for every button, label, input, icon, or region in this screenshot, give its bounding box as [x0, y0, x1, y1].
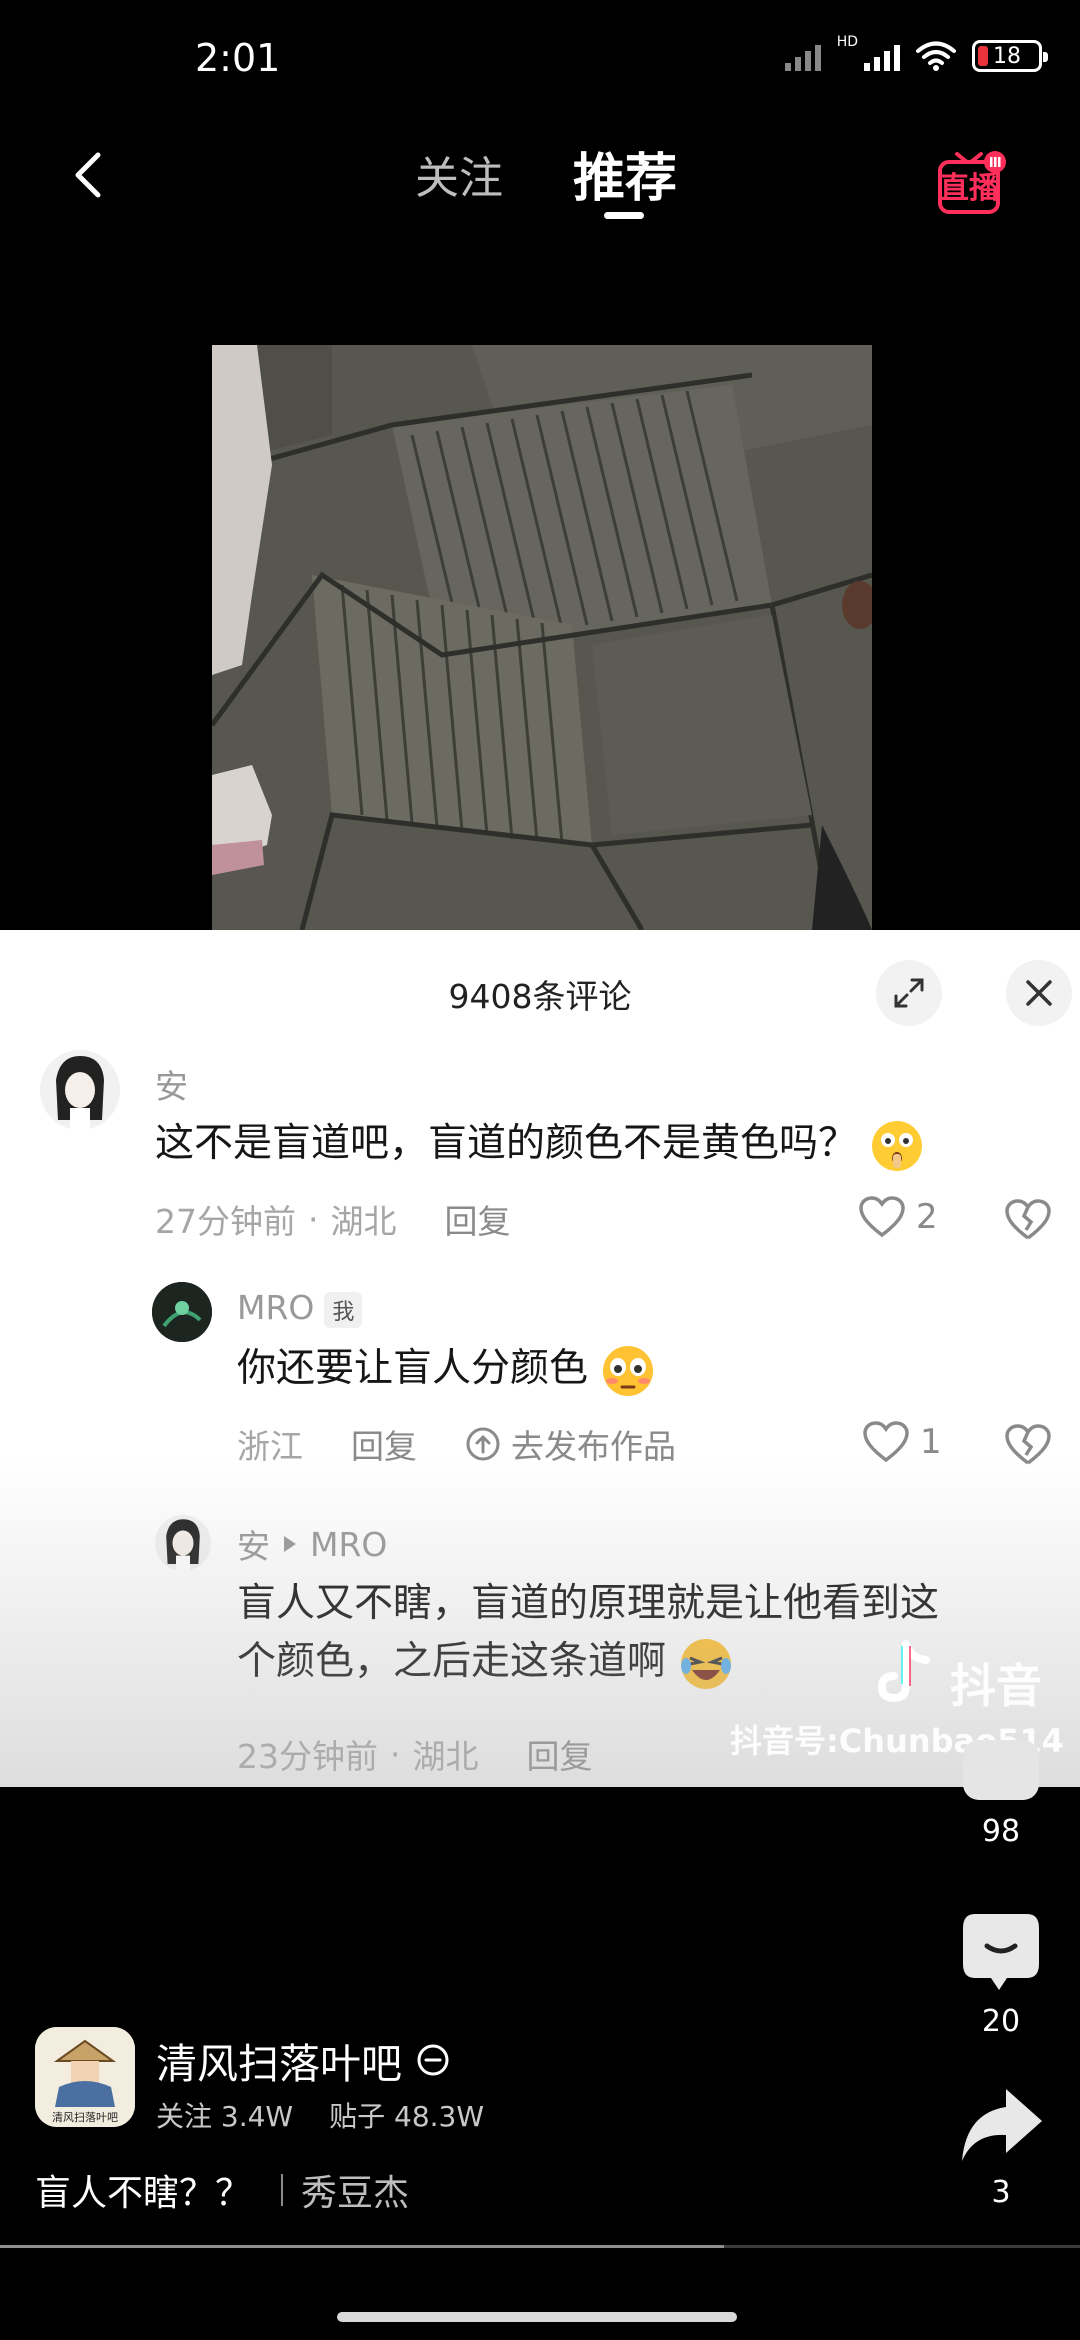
comment-bubble-icon — [963, 1914, 1039, 1990]
heart-filled-icon — [963, 1740, 1039, 1800]
watermark-brand: 抖音 — [950, 1659, 1042, 1713]
like-count: 1 — [920, 1422, 942, 1462]
author-avatar-text: 清风扫落叶吧 — [52, 2111, 118, 2124]
video-content-image — [212, 345, 872, 930]
reply-to-username[interactable]: MRO — [310, 1525, 387, 1564]
comment-text-content: 这不是盲道吧，盲道的颜色不是黄色吗？ — [155, 1121, 858, 1166]
anime-girl-avatar-icon — [56, 1056, 104, 1130]
reply-username[interactable]: MRO — [237, 1288, 314, 1327]
share-action[interactable]: 3 — [946, 2085, 1056, 2210]
live-label: 直播 — [939, 171, 1000, 206]
reply-arrow-icon — [284, 1536, 296, 1552]
flushed-emoji-icon — [603, 1345, 654, 1396]
video-frame[interactable] — [212, 345, 872, 930]
douyin-logo-icon — [877, 1640, 930, 1703]
status-icons: HD 18 — [784, 34, 1048, 72]
expand-icon — [894, 978, 924, 1008]
reply-button[interactable]: 回复 — [351, 1420, 417, 1468]
wifi-icon — [916, 41, 956, 71]
video-caption: 盲人不瞎？？ 秀豆杰 — [35, 2164, 409, 2216]
laughing-emoji-icon — [681, 1638, 732, 1689]
network-type-label: HD — [836, 34, 858, 50]
like-count: 98 — [981, 1814, 1021, 1849]
battery-icon: 18 — [972, 40, 1048, 72]
comment-text-content: 个颜色，之后走这条道啊 — [237, 1639, 667, 1684]
share-count: 3 — [991, 2175, 1011, 2210]
status-time: 2:01 — [195, 36, 281, 80]
signal-icon-sim1 — [784, 41, 821, 71]
post-work-button[interactable]: 去发布作品 — [465, 1420, 676, 1468]
tab-recommend[interactable]: 推荐 — [573, 136, 677, 211]
comment-text-line-2: 个颜色，之后走这条道啊 — [237, 1633, 939, 1692]
comment-location: 浙江 — [237, 1427, 303, 1466]
comment-time: 27分钟前 — [155, 1202, 296, 1241]
anime-girl-avatar-icon — [166, 1519, 200, 1571]
heart-icon — [859, 1196, 905, 1238]
me-badge: 我 — [324, 1291, 363, 1328]
comment-location: 湖北 — [412, 1737, 479, 1776]
comment-meta: 23分钟前 · 湖北 回复 — [237, 1730, 593, 1778]
comment-text: 你还要让盲人分颜色 — [237, 1340, 656, 1399]
shushing-emoji-icon — [872, 1120, 923, 1171]
comment-username[interactable]: 安 — [155, 1060, 188, 1108]
tab-following[interactable]: 关注 — [415, 142, 503, 206]
share-arrow-icon — [962, 2089, 1042, 2161]
avatar[interactable] — [152, 1282, 212, 1342]
avatar[interactable] — [155, 1515, 211, 1571]
comment-text-line: 盲人又不瞎，盲道的原理就是让他看到这 — [237, 1581, 940, 1626]
comment-username: 安 MRO — [237, 1520, 387, 1568]
author-following: 关注 3.4W — [156, 2100, 294, 2133]
tab-active-indicator — [604, 212, 644, 219]
comment-meta: 浙江 回复 去发布作品 — [237, 1420, 676, 1468]
author-name-row: 清风扫落叶吧 — [156, 2030, 450, 2090]
live-tv-icon[interactable]: 直播 — [937, 148, 1007, 218]
reply-username[interactable]: 安 — [237, 1520, 270, 1568]
back-arrow-icon[interactable] — [60, 145, 120, 205]
comment-action[interactable]: 20 — [946, 1908, 1056, 2039]
close-button[interactable] — [1006, 960, 1072, 1026]
video-progress-fill — [0, 2245, 724, 2248]
author-posts: 贴子 48.3W — [329, 2100, 485, 2133]
minus-circle-icon[interactable] — [416, 2043, 450, 2077]
comment-text: 盲人又不瞎，盲道的原理就是让他看到这 个颜色，之后走这条道啊 — [237, 1575, 939, 1692]
like-action[interactable]: 98 — [946, 1738, 1056, 1849]
signal-icon-sim2 — [864, 41, 900, 71]
post-work-label: 去发布作品 — [511, 1427, 676, 1466]
broken-heart-icon[interactable] — [1004, 1423, 1052, 1467]
close-icon — [1026, 980, 1052, 1006]
author-stats: 关注 3.4W 贴子 48.3W — [156, 2095, 484, 2135]
comment-text: 这不是盲道吧，盲道的颜色不是黄色吗？ — [155, 1115, 925, 1174]
expand-button[interactable] — [876, 960, 942, 1026]
upload-circle-icon — [466, 1427, 500, 1461]
reply-button[interactable]: 回复 — [445, 1195, 511, 1243]
broken-heart-icon[interactable] — [1004, 1198, 1052, 1242]
reply-button[interactable]: 回复 — [527, 1730, 593, 1778]
avatar[interactable] — [40, 1050, 120, 1130]
home-indicator[interactable] — [337, 2312, 737, 2322]
author-avatar[interactable]: 清风扫落叶吧 — [35, 2027, 135, 2127]
like-count: 2 — [916, 1197, 938, 1237]
battery-level: 18 — [993, 43, 1021, 69]
comment-like-button[interactable]: 2 — [858, 1195, 938, 1239]
caption-tag[interactable]: 秀豆杰 — [301, 2164, 409, 2216]
comment-username: MRO 我 — [237, 1288, 363, 1328]
dark-avatar-icon — [152, 1282, 212, 1342]
comment-text-content: 你还要让盲人分颜色 — [237, 1346, 589, 1391]
caption-text: 盲人不瞎？？ — [35, 2173, 252, 2214]
comment-location: 湖北 — [330, 1202, 397, 1241]
status-bar: 2:01 HD 18 — [0, 0, 1080, 110]
comment-count: 20 — [981, 2004, 1021, 2039]
heart-icon — [863, 1421, 909, 1463]
top-nav: 关注 推荐 直播 — [0, 120, 1080, 240]
author-name[interactable]: 清风扫落叶吧 — [156, 2030, 402, 2090]
comment-time: 23分钟前 — [237, 1737, 378, 1776]
author-avatar-image: 清风扫落叶吧 — [35, 2027, 135, 2127]
comment-like-button[interactable]: 1 — [862, 1420, 942, 1464]
video-progress-bar[interactable] — [0, 2245, 1080, 2248]
comment-meta: 27分钟前 · 湖北 回复 — [155, 1195, 511, 1243]
caption-divider — [281, 2174, 284, 2206]
